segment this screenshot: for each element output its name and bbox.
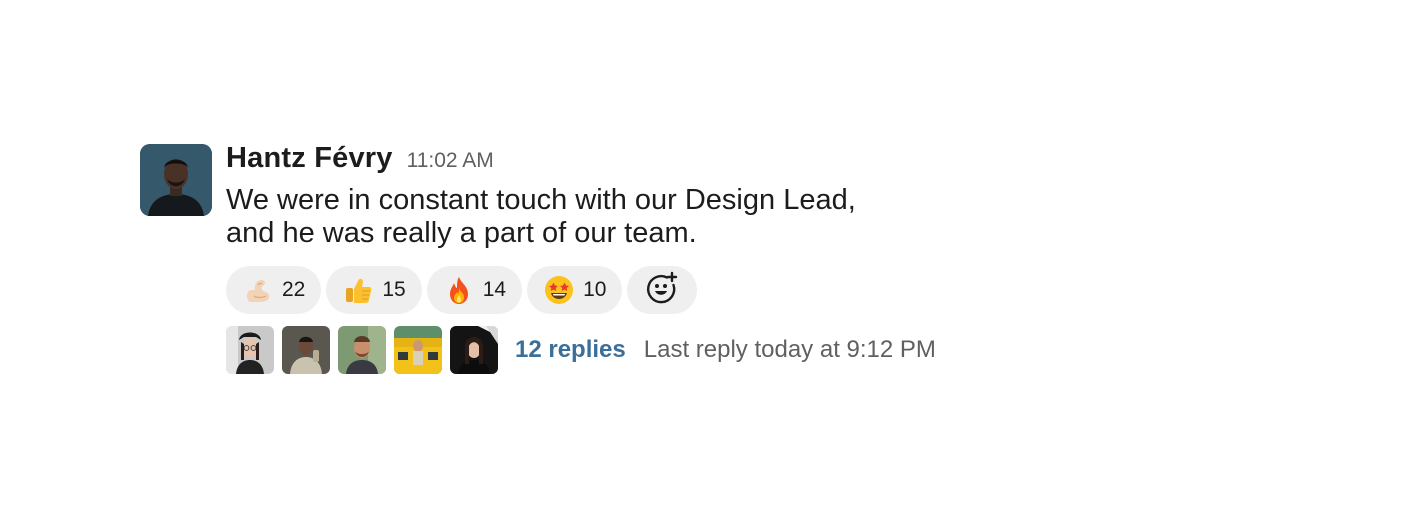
user-avatar-icon <box>282 326 330 374</box>
add-reaction-icon <box>645 271 679 310</box>
author-name[interactable]: Hantz Févry <box>226 142 393 175</box>
user-avatar-icon <box>140 144 212 216</box>
thread-participant-avatar[interactable] <box>450 326 498 374</box>
user-avatar-icon <box>338 326 386 374</box>
message-text-line: and he was really a part of our team. <box>226 217 697 249</box>
reaction-flexed-biceps[interactable]: 22 <box>226 266 322 314</box>
thread-participant-avatar[interactable] <box>282 326 330 374</box>
reaction-count: 22 <box>282 278 306 301</box>
thread-summary[interactable]: 12 replies Last reply today at 9:12 PM <box>226 326 1026 374</box>
user-avatar-icon <box>226 326 274 374</box>
star-struck-emoji-icon <box>543 274 575 306</box>
reactions-bar: 22 15 14 10 <box>226 266 1026 314</box>
thumbs-up-emoji-icon <box>342 274 374 306</box>
message-text-line: We were in constant touch with our Desig… <box>226 184 856 216</box>
user-avatar-icon <box>394 326 442 374</box>
reaction-count: 10 <box>583 278 607 301</box>
fire-emoji-icon <box>443 274 475 306</box>
message-text: We were in constant touch with our Desig… <box>226 184 986 250</box>
reaction-count: 15 <box>382 278 406 301</box>
thread-participant-avatar[interactable] <box>394 326 442 374</box>
add-reaction-button[interactable] <box>627 266 698 314</box>
thread-participant-avatar[interactable] <box>338 326 386 374</box>
message-timestamp[interactable]: 11:02 AM <box>407 149 494 173</box>
reaction-fire[interactable]: 14 <box>426 266 523 314</box>
author-avatar[interactable] <box>140 144 212 216</box>
message-content: Hantz Févry 11:02 AM We were in constant… <box>226 142 1026 374</box>
reaction-count: 14 <box>482 278 507 301</box>
thread-participant-avatar[interactable] <box>226 326 274 374</box>
thread-replies-link[interactable]: 12 replies <box>515 336 626 364</box>
user-avatar-icon <box>450 326 498 374</box>
thread-last-reply: Last reply today at 9:12 PM <box>643 336 936 363</box>
flexed-biceps-emoji-icon <box>242 274 274 306</box>
message: Hantz Févry 11:02 AM We were in constant… <box>140 142 1040 382</box>
reaction-thumbs-up[interactable]: 15 <box>326 266 422 314</box>
message-header: Hantz Févry 11:02 AM <box>226 142 1026 178</box>
reaction-star-struck[interactable]: 10 <box>527 266 623 314</box>
